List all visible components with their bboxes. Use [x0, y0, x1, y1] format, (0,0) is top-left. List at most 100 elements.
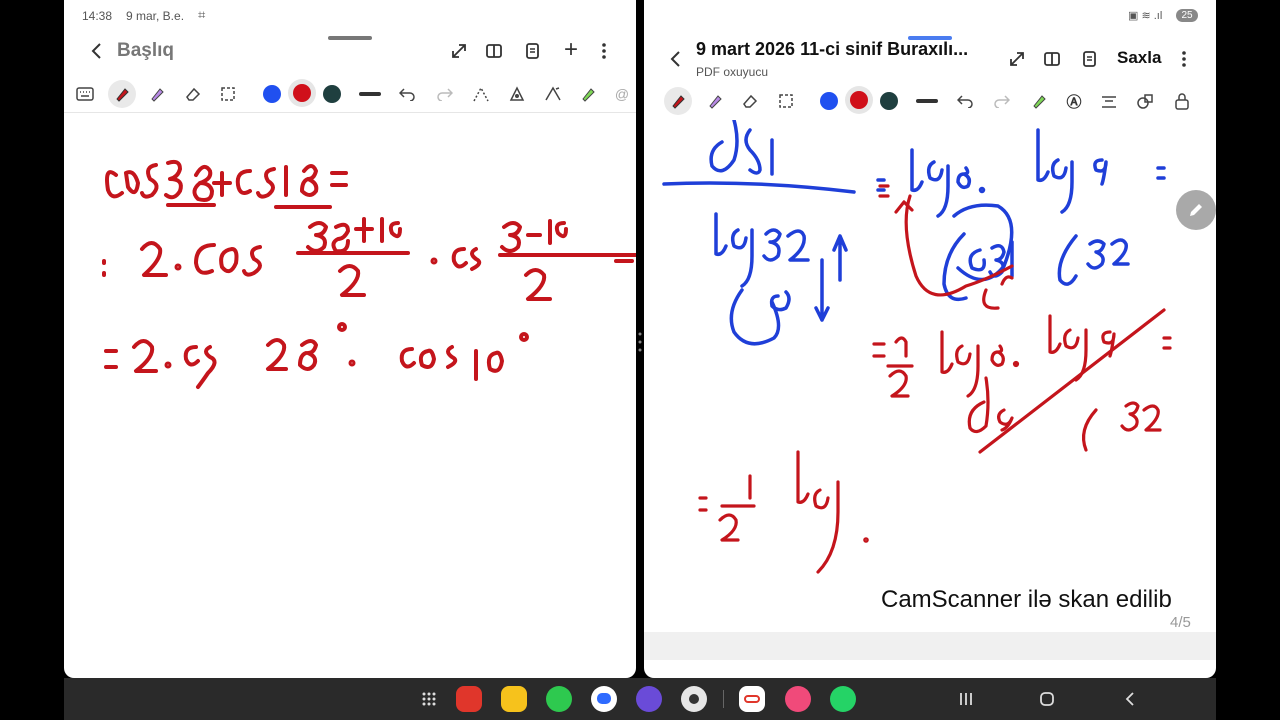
undo-icon[interactable] [952, 88, 978, 114]
document-title: 9 mart 2026 11-ci sinif Buraxılı... [696, 39, 969, 59]
handwriting-canvas[interactable] [64, 115, 636, 415]
ink-stroke [132, 339, 158, 373]
phone-app-icon[interactable] [546, 686, 572, 712]
ink-stroke [330, 171, 348, 187]
ink-stroke [105, 170, 124, 199]
lasso-icon[interactable] [215, 81, 241, 107]
ink-stroke [1048, 314, 1062, 354]
shape-icon[interactable] [468, 81, 494, 107]
ink-stroke [1086, 239, 1106, 270]
split-divider-handle[interactable] [638, 330, 642, 354]
folder-app-icon[interactable] [501, 686, 527, 712]
drag-handle[interactable] [328, 36, 372, 40]
text-icon[interactable]: Ⓐ [1061, 88, 1087, 114]
save-button[interactable]: Saxla [1117, 48, 1161, 68]
highlighter-green-icon[interactable] [1026, 88, 1052, 114]
eraser-icon[interactable] [180, 81, 206, 107]
split-view-icon[interactable] [1040, 47, 1064, 71]
stroke-width-icon[interactable] [359, 92, 381, 96]
page-indicator: 4/5 [1170, 614, 1191, 631]
back-arrow-icon[interactable] [84, 38, 108, 64]
color-swatch-teal[interactable] [323, 85, 341, 103]
more-vert-icon[interactable] [1174, 47, 1194, 71]
color-swatch-red-selected[interactable] [288, 79, 316, 107]
home-icon[interactable] [1037, 688, 1057, 710]
ink-stroke [956, 166, 972, 190]
ink-stroke [940, 330, 954, 374]
ink-stroke [124, 170, 140, 195]
ink-stroke [968, 248, 986, 272]
ink-stroke [183, 345, 200, 367]
ink-stroke [196, 345, 217, 389]
handwriting-canvas[interactable] [644, 120, 1216, 580]
highlighter-icon[interactable] [702, 88, 728, 114]
ink-stroke [1142, 404, 1162, 432]
browser-app-icon[interactable] [636, 686, 662, 712]
screen-recorder-app-icon[interactable] [739, 686, 765, 712]
messages-app-icon[interactable] [591, 686, 617, 712]
eraser-icon[interactable] [737, 88, 763, 114]
edit-pencil-icon[interactable] [1176, 190, 1216, 230]
ink-stroke [955, 344, 972, 366]
fill-icon[interactable] [504, 81, 530, 107]
export-icon[interactable] [1078, 47, 1102, 71]
lasso-icon[interactable] [773, 88, 799, 114]
notes-app-icon[interactable] [456, 686, 482, 712]
ink-stroke [910, 148, 924, 193]
ink-stroke [500, 221, 522, 253]
more-tools-icon[interactable]: @ [609, 81, 635, 107]
more-vert-icon[interactable] [594, 39, 614, 63]
color-swatch-blue[interactable] [263, 85, 281, 103]
ink-stroke [219, 247, 239, 274]
color-swatch-red-selected[interactable] [845, 86, 873, 114]
ink-stroke [816, 480, 840, 574]
undo-icon[interactable] [394, 81, 420, 107]
ink-stroke [614, 253, 634, 263]
highlighter-icon[interactable] [144, 81, 170, 107]
ink-stroke [194, 243, 216, 275]
add-icon[interactable]: + [559, 36, 583, 63]
ink-stroke [714, 212, 728, 257]
shape-recognize-icon[interactable] [540, 81, 566, 107]
back-arrow-icon[interactable] [664, 46, 686, 72]
color-swatch-blue[interactable] [820, 92, 838, 110]
export-icon[interactable] [521, 39, 545, 63]
ink-stroke [744, 128, 762, 175]
ink-stroke [1063, 328, 1080, 350]
ink-stroke [140, 241, 168, 277]
ink-stroke [164, 159, 183, 200]
gallery-app-icon[interactable] [785, 686, 811, 712]
redo-icon[interactable] [432, 81, 458, 107]
expand-icon[interactable] [1005, 47, 1029, 71]
keyboard-icon[interactable] [72, 81, 98, 107]
ink-stroke [698, 496, 708, 512]
ink-stroke [926, 160, 944, 182]
pen-icon[interactable] [664, 87, 692, 115]
split-view-icon[interactable] [482, 39, 506, 63]
ink-stroke [1036, 128, 1050, 183]
ink-stroke [524, 268, 552, 301]
ink-dot [174, 263, 182, 271]
recent-apps-icon[interactable] [956, 688, 976, 710]
ink-stroke [730, 228, 748, 250]
camera-app-icon[interactable] [681, 686, 707, 712]
ink-stroke [104, 349, 118, 369]
left-note-pane: 14:38 9 mar, B.e. ⌗ Başlıq + @ [64, 0, 636, 678]
pen-icon[interactable] [108, 80, 136, 108]
ink-dot [978, 186, 986, 194]
expand-icon[interactable] [447, 39, 471, 63]
nav-back-icon[interactable] [1120, 688, 1140, 710]
shape-icon[interactable] [1132, 88, 1158, 114]
pen-toolbar: Ⓐ [644, 84, 1216, 118]
whatsapp-app-icon[interactable] [830, 686, 856, 712]
taskbar-divider [723, 690, 724, 708]
color-swatch-teal[interactable] [880, 92, 898, 110]
note-title[interactable]: Başlıq [117, 40, 174, 62]
redo-icon[interactable] [989, 88, 1015, 114]
text-format-icon[interactable] [1096, 88, 1122, 114]
stroke-width-icon[interactable] [916, 99, 938, 103]
pen-toolbar: @ [64, 76, 636, 113]
highlighter-green-icon[interactable] [575, 81, 601, 107]
grid-apps-icon[interactable] [418, 688, 440, 710]
lock-icon[interactable] [1169, 88, 1195, 114]
